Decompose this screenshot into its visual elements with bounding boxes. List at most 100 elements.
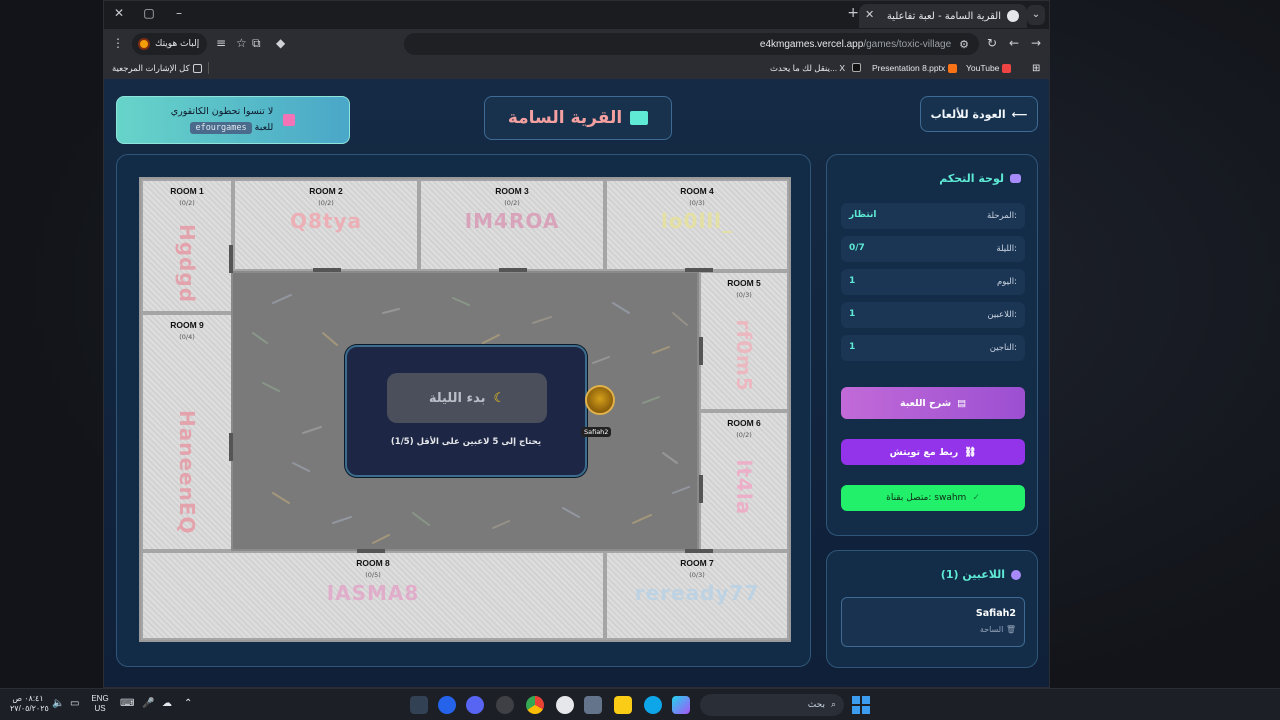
back-to-games-button[interactable]: العودة للألعاب ⟵ xyxy=(920,96,1038,132)
room-name: ROOM 8 xyxy=(356,558,390,568)
explain-game-button[interactable]: شرح اللعبة ▤ xyxy=(841,387,1025,419)
keyboard-icon[interactable]: ⌨ xyxy=(120,699,134,709)
discord-icon[interactable] xyxy=(466,696,484,714)
volume-icon[interactable]: 🔈 xyxy=(52,699,64,709)
player-card[interactable]: Safiah2 الساحة 🗑 xyxy=(841,597,1025,647)
bookmark-youtube[interactable]: YouTube xyxy=(966,63,1012,73)
title-text: القرية السامة xyxy=(507,108,623,128)
menu-dots-icon[interactable]: ⋮ xyxy=(112,36,124,50)
control-panel-title: لوحة التحكم xyxy=(939,172,1021,185)
extension-diamond-icon[interactable]: ◆ xyxy=(276,36,285,50)
reload-icon[interactable]: ↻ xyxy=(987,36,997,50)
twitch-link-button[interactable]: ربط مع تويتش ⛓ xyxy=(841,439,1025,465)
profile-button[interactable]: إلباث هويتك xyxy=(132,33,208,55)
room-name: ROOM 1 xyxy=(170,186,204,196)
tab-close-icon[interactable]: ✕ xyxy=(865,8,874,21)
players-panel: اللاعبين (1) Safiah2 الساحة 🗑 xyxy=(826,550,1038,668)
forward-icon[interactable]: ← xyxy=(1009,36,1019,50)
navigation-bar: ⋮ إلباث هويتك ≡ ⧉ ◆ ☆ e4kmgames.vercel.a… xyxy=(104,29,1049,59)
player-avatar[interactable] xyxy=(585,385,615,415)
room-7[interactable]: ROOM 7 (0/3) reready77 xyxy=(605,551,789,640)
chevron-up-icon[interactable]: ⌃ xyxy=(184,699,192,709)
room-name: ROOM 3 xyxy=(495,186,529,196)
search-icon: ⌕ xyxy=(830,700,836,710)
bookmark-presentation[interactable]: Presentation 8.pptx xyxy=(872,63,958,73)
bookmark-x-feed[interactable]: ينقل لك ما يحدث... X xyxy=(770,63,845,74)
bookmark-star-icon[interactable]: ☆ xyxy=(236,36,247,50)
room-owner: IM4ROA xyxy=(464,209,560,233)
room-2[interactable]: ROOM 2 (0/2) Q8tya xyxy=(233,179,419,271)
app-icon[interactable] xyxy=(410,696,428,714)
url-host: e4kmgames.vercel.app xyxy=(759,38,864,50)
edge-icon[interactable] xyxy=(644,696,662,714)
close-window-icon[interactable]: ✕ xyxy=(110,6,128,20)
room-door xyxy=(499,268,527,272)
folder-icon xyxy=(192,64,202,73)
room-owner: lo0lll_ xyxy=(660,209,734,233)
room-9[interactable]: ROOM 9 (0/4) HaneenEQ xyxy=(141,313,233,551)
page-title: القرية السامة xyxy=(484,96,672,140)
new-tab-icon[interactable]: + xyxy=(847,5,859,21)
room-name: ROOM 9 xyxy=(170,320,204,330)
gamepad-icon xyxy=(1010,174,1021,183)
control-panel: لوحة التحكم المرحلة: انتظار الليلة: 0/7 … xyxy=(826,154,1038,536)
microphone-icon[interactable]: 🎤 xyxy=(142,699,154,709)
language-indicator[interactable]: ENG US xyxy=(90,694,110,714)
room-1[interactable]: ROOM 1 (0/2) Hgdgd xyxy=(141,179,233,313)
all-bookmarks-folder[interactable]: كل الإشارات المرجعية xyxy=(112,63,202,74)
twitch-label: ربط مع تويتش xyxy=(889,446,959,458)
room-5[interactable]: ROOM 5 (0/3) rf0m5 xyxy=(699,271,789,411)
room-4[interactable]: ROOM 4 (0/3) lo0lll_ xyxy=(605,179,789,271)
tab-title: القرية السامة - لعبة تفاعلية xyxy=(886,10,1001,22)
min-players-text: يحتاج إلى 5 لاعبين على الأقل (1/5) xyxy=(390,437,542,447)
game-board-panel: ROOM 1 (0/2) Hgdgd ROOM 2 (0/2) Q8tya RO… xyxy=(116,154,811,667)
tab-active[interactable]: القرية السامة - لعبة تفاعلية ✕ xyxy=(859,4,1027,28)
bookmark-x[interactable] xyxy=(852,63,861,72)
room-count: (0/2) xyxy=(504,199,520,207)
store-icon[interactable] xyxy=(584,696,602,714)
room-count: (0/2) xyxy=(179,199,195,207)
stat-value: 1 xyxy=(849,309,856,319)
minimize-icon[interactable]: – xyxy=(170,6,188,20)
windows-start-icon[interactable] xyxy=(852,696,870,714)
clock-date: ٢٧/٠٥/٢٠٢٥ xyxy=(10,704,49,713)
room-door xyxy=(685,549,713,553)
onedrive-icon[interactable]: ☁ xyxy=(162,699,172,709)
tab-favicon-icon xyxy=(1007,10,1019,22)
players-title-text: اللاعبين (1) xyxy=(940,568,1005,581)
room-8[interactable]: ROOM 8 (0/5) IASMA8 xyxy=(141,551,605,640)
connected-label: متصل بقناة: swahm xyxy=(886,493,967,503)
copilot-icon[interactable] xyxy=(672,696,690,714)
start-night-button[interactable]: بدء الليلة ☾ xyxy=(387,373,547,423)
app-icon[interactable] xyxy=(496,696,514,714)
room-door xyxy=(699,475,703,503)
network-icon[interactable]: ▭ xyxy=(70,699,79,709)
clock[interactable]: ٠٨:٤١ ص ٢٧/٠٥/٢٠٢٥ xyxy=(10,694,49,714)
file-explorer-icon[interactable] xyxy=(614,696,632,714)
notice-chip: efourgames xyxy=(190,122,252,134)
check-icon: ✓ xyxy=(972,493,980,503)
room-3[interactable]: ROOM 3 (0/2) IM4ROA xyxy=(419,179,605,271)
stat-key: اليوم: xyxy=(996,277,1017,287)
maximize-icon[interactable]: ▢ xyxy=(140,6,158,20)
settings-icon[interactable] xyxy=(556,696,574,714)
room-count: (0/3) xyxy=(736,291,752,299)
room-count: (0/2) xyxy=(736,431,752,439)
tab-search-icon[interactable]: ⌄ xyxy=(1027,5,1045,25)
chrome-icon[interactable] xyxy=(526,696,544,714)
lang-bottom: US xyxy=(94,704,106,713)
room-6[interactable]: ROOM 6 (0/2) lt4la xyxy=(699,411,789,551)
lang-top: ENG xyxy=(91,694,109,703)
moon-icon: ☾ xyxy=(493,390,506,406)
stat-value: 1 xyxy=(849,276,856,286)
bookmarks-bar: كل الإشارات المرجعية ينقل لك ما يحدث... … xyxy=(104,59,1049,79)
back-icon[interactable]: → xyxy=(1031,36,1041,50)
address-bar[interactable]: ☆ e4kmgames.vercel.app/games/toxic-villa… xyxy=(236,33,979,55)
taskbar-search[interactable]: بحث ⌕ xyxy=(700,694,844,716)
site-info-icon[interactable]: ⚙ xyxy=(959,38,969,51)
reading-list-icon[interactable]: ≡ xyxy=(216,36,226,50)
app-icon[interactable] xyxy=(438,696,456,714)
profile-label: إلباث هويتك xyxy=(155,39,200,49)
apps-grid-icon[interactable]: ⊞ xyxy=(1032,63,1040,74)
extensions-icon[interactable]: ⧉ xyxy=(252,36,261,51)
